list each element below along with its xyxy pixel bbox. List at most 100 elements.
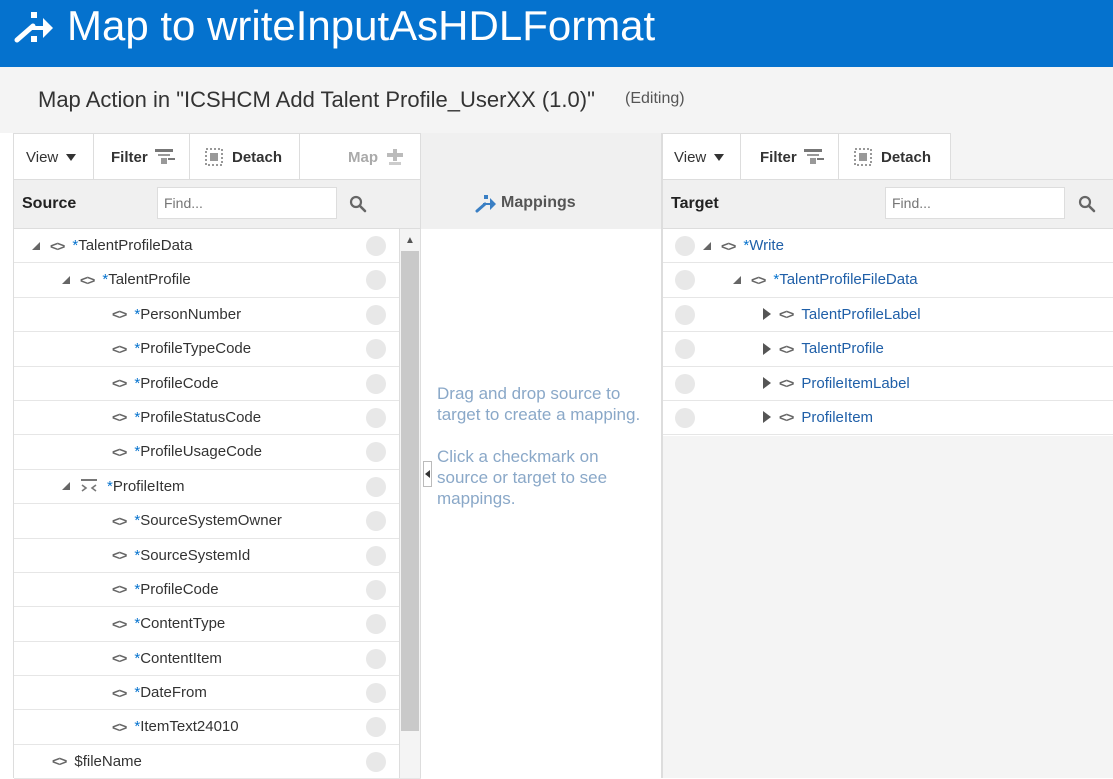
checkmark-circle[interactable] — [366, 511, 386, 532]
filter-icon — [154, 149, 175, 164]
subheader: Map Action in "ICSHCM Add Talent Profile… — [0, 67, 1113, 133]
collapse-icon[interactable] — [703, 241, 711, 250]
checkmark-circle[interactable] — [675, 236, 695, 256]
checkmark-circle[interactable] — [675, 270, 695, 291]
checkmark-circle[interactable] — [366, 614, 386, 635]
checkmark-circle[interactable] — [366, 373, 386, 394]
filter-label: Filter — [760, 148, 797, 166]
checkmark-circle[interactable] — [366, 751, 386, 772]
mappings-hint-checkmark: Click a checkmark on source or target to… — [437, 447, 608, 508]
tree-row[interactable]: <> * ContentItem — [14, 642, 421, 677]
target-label: Target — [671, 195, 719, 212]
element-icon: <> — [52, 753, 67, 770]
node-label: PersonNumber — [140, 305, 242, 323]
checkmark-circle[interactable] — [366, 717, 386, 738]
target-view-menu[interactable]: View — [663, 134, 741, 180]
target-panel: View Filter Detach Target Find... <> * W… — [662, 133, 1113, 778]
source-label: Source — [22, 195, 77, 212]
element-icon: <> — [50, 237, 65, 254]
checkmark-circle[interactable] — [366, 407, 386, 428]
chevron-down-icon — [714, 153, 725, 161]
element-icon: <> — [112, 375, 127, 392]
collapse-icon[interactable] — [62, 482, 70, 491]
target-filter-button[interactable]: Filter — [741, 134, 839, 180]
source-filter-button[interactable]: Filter — [94, 134, 190, 180]
tree-row[interactable]: * ProfileItem — [14, 470, 421, 505]
element-icon: <> — [779, 409, 794, 426]
tree-row[interactable]: <> * ProfileCode — [14, 367, 421, 401]
tree-row[interactable]: <> * DateFrom — [14, 676, 421, 711]
divider — [420, 133, 421, 778]
tree-row[interactable]: <> * ItemText24010 — [14, 710, 421, 745]
node-label: TalentProfile — [801, 340, 884, 358]
element-icon: <> — [112, 684, 127, 701]
collapse-icon[interactable] — [32, 241, 40, 250]
source-scrollbar[interactable]: ▲ — [399, 229, 420, 778]
tree-row[interactable]: <> TalentProfileLabel — [663, 298, 1113, 333]
checkmark-circle[interactable] — [366, 442, 386, 463]
source-tree: <> * TalentProfileData <> * TalentProfile <>… — [14, 229, 421, 779]
tree-row[interactable]: <> * SourceSystemOwner — [14, 504, 421, 539]
checkmark-circle[interactable] — [366, 339, 386, 360]
node-label: ProfileTypeCode — [140, 340, 252, 358]
editing-status: (Editing) — [625, 90, 685, 107]
checkmark-circle[interactable] — [675, 407, 695, 428]
expand-icon[interactable] — [763, 377, 771, 390]
checkmark-circle[interactable] — [366, 270, 386, 291]
expand-icon[interactable] — [763, 308, 771, 321]
mappings-hint-drag: Drag and drop source to target to create… — [437, 384, 641, 424]
detach-label: Detach — [881, 148, 932, 166]
tree-row[interactable]: <> * ContentType — [14, 607, 421, 642]
checkmark-circle[interactable] — [675, 339, 695, 360]
collapse-icon[interactable] — [733, 275, 741, 284]
node-label: ProfileItem — [112, 477, 185, 495]
collapse-icon[interactable] — [62, 275, 70, 284]
source-find-input[interactable] — [157, 187, 337, 219]
tree-row[interactable]: <> * ProfileCode — [14, 573, 421, 608]
checkmark-circle[interactable] — [675, 373, 695, 394]
node-label: TalentProfileData — [78, 237, 193, 254]
element-icon: <> — [779, 306, 794, 323]
tree-row[interactable]: <> $fileName — [14, 745, 421, 779]
checkmark-circle[interactable] — [366, 476, 386, 497]
view-label: View — [26, 148, 59, 166]
tree-row[interactable]: <> * Write — [663, 229, 1113, 264]
mappings-header: Mappings — [421, 180, 661, 229]
checkmark-circle[interactable] — [675, 304, 695, 325]
tree-row[interactable]: <> * PersonNumber — [14, 298, 421, 333]
tree-row[interactable]: <> ProfileItemLabel — [663, 367, 1113, 401]
target-find-input[interactable] — [885, 187, 1065, 219]
tree-row[interactable]: <> * SourceSystemId — [14, 539, 421, 573]
tree-row[interactable]: <> * ProfileStatusCode — [14, 401, 421, 436]
target-detach-button[interactable]: Detach — [839, 134, 951, 180]
scroll-thumb[interactable] — [401, 251, 419, 731]
checkmark-circle[interactable] — [366, 683, 386, 704]
search-icon[interactable] — [1078, 195, 1096, 213]
tree-row[interactable]: <> * TalentProfile — [14, 263, 421, 298]
tree-row[interactable]: <> ProfileItem — [663, 401, 1113, 436]
collapse-panel-handle[interactable] — [423, 461, 432, 487]
target-toolbar: View Filter Detach — [663, 133, 951, 180]
checkmark-circle[interactable] — [366, 236, 386, 256]
page-title: Map to writeInputAsHDLFormat — [67, 2, 656, 49]
map-button[interactable]: Map — [300, 134, 421, 180]
source-view-menu[interactable]: View — [14, 134, 94, 180]
search-icon[interactable] — [349, 195, 367, 213]
node-label: SourceSystemId — [140, 546, 251, 564]
checkmark-circle[interactable] — [366, 304, 386, 325]
expand-icon[interactable] — [763, 342, 771, 355]
source-header: Source — [14, 180, 421, 229]
mappings-topbar — [421, 133, 661, 180]
tree-row[interactable]: <> * ProfileUsageCode — [14, 435, 421, 470]
element-icon: <> — [112, 718, 127, 735]
scroll-up-icon[interactable]: ▲ — [405, 235, 415, 246]
expand-icon[interactable] — [763, 411, 771, 424]
tree-row[interactable]: <> TalentProfile — [663, 332, 1113, 367]
checkmark-circle[interactable] — [366, 579, 386, 600]
checkmark-circle[interactable] — [366, 545, 386, 566]
tree-row[interactable]: <> * TalentProfileData — [14, 229, 421, 264]
tree-row[interactable]: <> * TalentProfileFileData — [663, 263, 1113, 298]
tree-row[interactable]: <> * ProfileTypeCode — [14, 332, 421, 367]
source-detach-button[interactable]: Detach — [190, 134, 300, 180]
checkmark-circle[interactable] — [366, 648, 386, 669]
